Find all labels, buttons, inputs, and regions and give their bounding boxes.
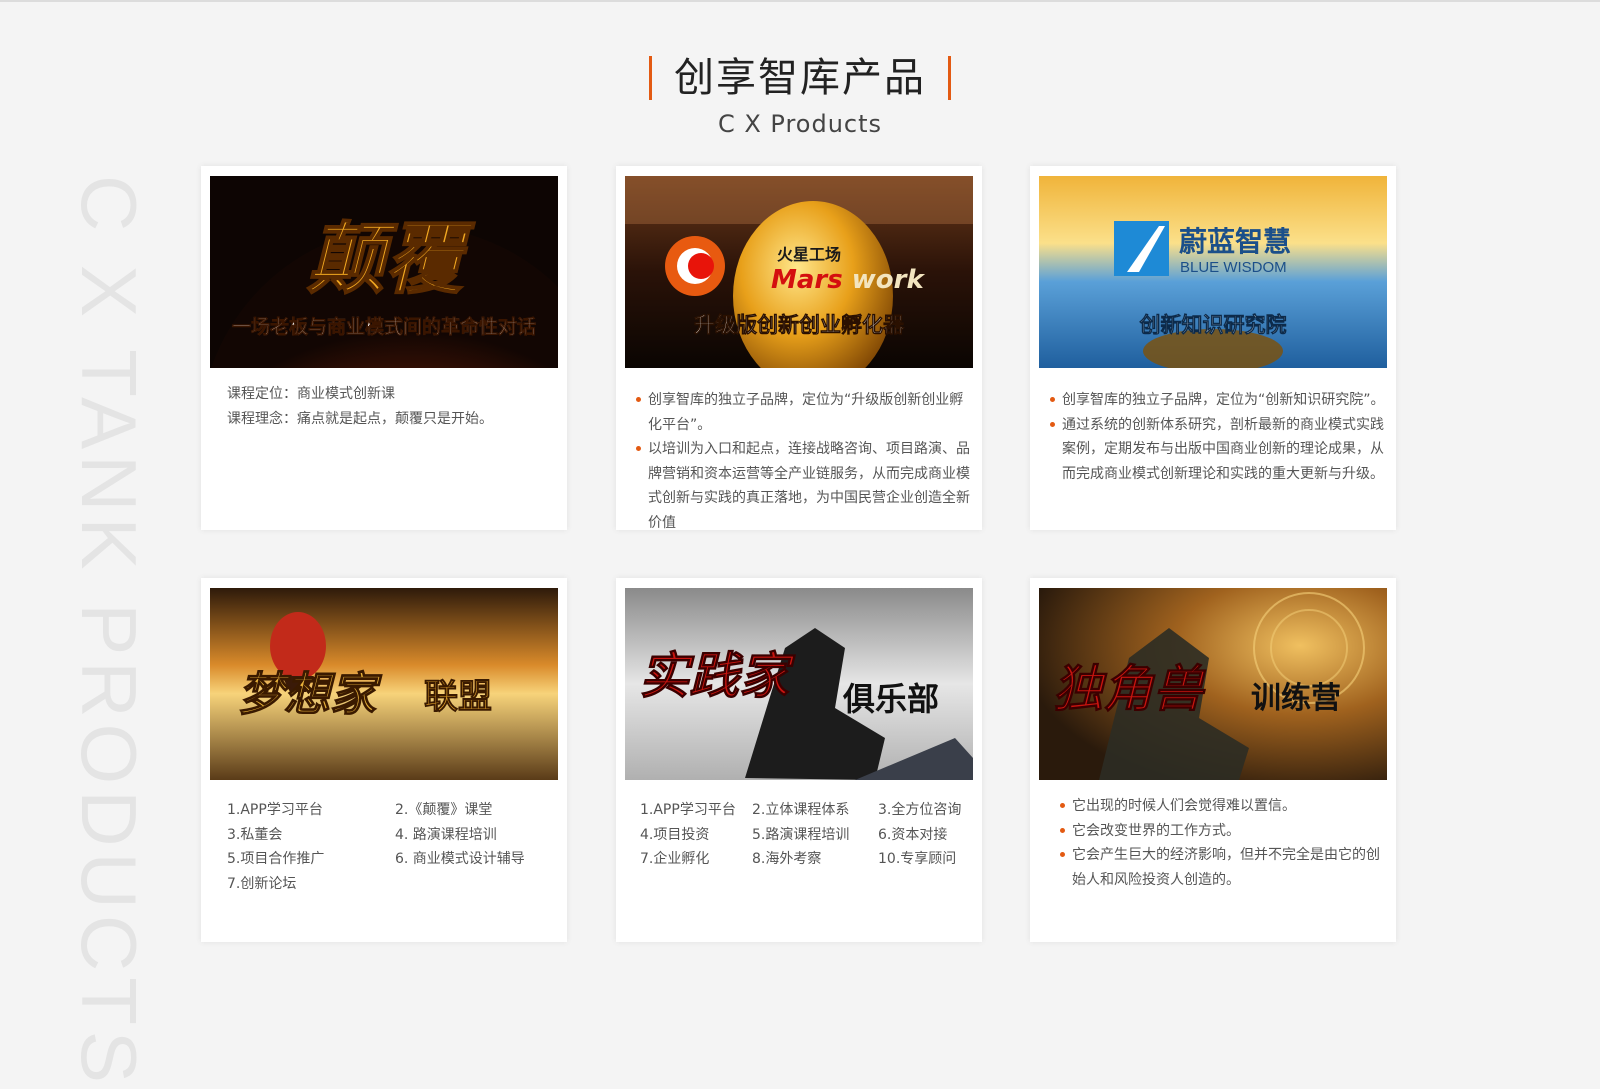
list-item: 1.APP学习平台 xyxy=(227,802,323,818)
list-item: 7.创新论坛 xyxy=(227,875,297,892)
top-divider xyxy=(0,0,1600,2)
list-item: 6.资本对接 xyxy=(878,826,948,843)
list-item: 它会改变世界的工作方式。 xyxy=(1060,819,1386,844)
banner-disrupt-big-text: 颠覆 xyxy=(307,215,476,305)
list-item: 7.企业孵化 xyxy=(640,851,710,867)
list-item: 创享智库的独立子品牌，定位为“创新知识研究院”。 xyxy=(1050,388,1386,413)
list-item: 通过系统的创新体系研究，剖析最新的商业模式实践案例，定期发布与出版中国商业创新的… xyxy=(1050,413,1386,487)
banner-bluewisdom[interactable]: 蔚蓝智慧 BLUE WISDOM 创新知识研究院 xyxy=(1039,176,1387,368)
unicorn-script-text: 独角兽 xyxy=(1053,660,1207,718)
list-item: 6. 商业模式设计辅导 xyxy=(395,851,525,867)
section-header: 创享智库产品 C X Products xyxy=(0,48,1600,138)
marswork-logo-en: Mars work xyxy=(771,265,925,295)
title-right-bar xyxy=(948,56,951,100)
card-body-unicorn: 它出现的时候人们会觉得难以置信。 它会改变世界的工作方式。 它会产生巨大的经济影… xyxy=(1030,780,1396,942)
title-left-bar xyxy=(649,56,652,100)
list-item: 以培训为入口和起点，连接战略咨询、项目路演、品牌营销和资本运营等全产业链服务，从… xyxy=(636,437,972,535)
banner-practitioners[interactable]: 实践家 俱乐部 xyxy=(625,588,973,780)
list-item: 4.项目投资 xyxy=(640,826,710,843)
course-concept-text: 课程理念：痛点就是起点，颠覆只是开始。 xyxy=(227,411,493,427)
bluewisdom-logo-cn: 蔚蓝智慧 xyxy=(1179,225,1291,258)
list-item: 它会产生巨大的经济影响，但并不完全是由它的创始人和风险投资人创造的。 xyxy=(1060,843,1386,892)
bluewisdom-logo-en: BLUE WISDOM xyxy=(1180,259,1287,276)
marswork-bullets: 创享智库的独立子品牌，定位为“升级版创新创业孵化平台”。 以培训为入口和起点，连… xyxy=(616,368,982,535)
practitioners-suffix-text: 俱乐部 xyxy=(842,680,939,718)
product-card-marswork[interactable]: 火星工场 Mars work 升级版创新创业孵化器 创享智库的独立子品牌，定位为… xyxy=(616,166,982,531)
banner-marswork[interactable]: 火星工场 Mars work 升级版创新创业孵化器 xyxy=(625,176,973,368)
banner-bluewisdom-caption: 创新知识研究院 xyxy=(1139,313,1287,337)
card-body-disrupt: 课程定位：商业模式创新课 课程理念：痛点就是起点，颠覆只是开始。 xyxy=(201,368,567,530)
practitioners-script-text: 实践家 xyxy=(639,647,796,705)
card-body-bluewisdom: 创享智库的独立子品牌，定位为“创新知识研究院”。 通过系统的创新体系研究，剖析最… xyxy=(1030,368,1396,530)
bluewisdom-bullets: 创享智库的独立子品牌，定位为“创新知识研究院”。 通过系统的创新体系研究，剖析最… xyxy=(1030,368,1396,486)
product-card-dreamers[interactable]: 梦想家 联盟 1.APP学习平台 2.《颠覆》课堂 3.私董会 4. 路演课程培… xyxy=(201,578,567,942)
list-item: 3.私董会 xyxy=(227,826,283,843)
list-item: 创享智库的独立子品牌，定位为“升级版创新创业孵化平台”。 xyxy=(636,388,972,437)
banner-dreamers[interactable]: 梦想家 联盟 xyxy=(210,588,558,780)
banner-disrupt-caption: 一场老板与商业模式间的革命性对话 xyxy=(232,315,536,338)
card-body-marswork: 创享智库的独立子品牌，定位为“升级版创新创业孵化平台”。 以培训为入口和起点，连… xyxy=(616,368,982,531)
unicorn-suffix-text: 训练营 xyxy=(1251,681,1341,716)
list-item: 2.《颠覆》课堂 xyxy=(395,802,493,818)
page-subtitle: C X Products xyxy=(717,110,883,138)
card-body-practitioners: 1.APP学习平台 2.立体课程体系 3.全方位咨询 4.项目投资 5.路演课程… xyxy=(616,780,982,942)
product-card-disrupt[interactable]: 颠覆 一场老板与商业模式间的革命性对话 课程定位：商业模式创新课 课程理念：痛点… xyxy=(201,166,567,530)
unicorn-bullets: 它出现的时候人们会觉得难以置信。 它会改变世界的工作方式。 它会产生巨大的经济影… xyxy=(1030,780,1396,892)
course-position-text: 课程定位：商业模式创新课 xyxy=(227,386,395,402)
list-item: 4. 路演课程培训 xyxy=(395,826,497,843)
dreamers-suffix-text: 联盟 xyxy=(424,677,492,717)
product-card-bluewisdom[interactable]: 蔚蓝智慧 BLUE WISDOM 创新知识研究院 创享智库的独立子品牌，定位为“… xyxy=(1030,166,1396,530)
marswork-logo-cn: 火星工场 xyxy=(777,245,841,264)
dreamers-feature-list: 1.APP学习平台 2.《颠覆》课堂 3.私董会 4. 路演课程培训 5.项目合… xyxy=(201,780,567,896)
list-item: 3.全方位咨询 xyxy=(878,802,962,818)
banner-unicorn[interactable]: 独角兽 训练营 xyxy=(1039,588,1387,780)
list-item: 5.路演课程培训 xyxy=(752,826,850,843)
banner-disrupt[interactable]: 颠覆 一场老板与商业模式间的革命性对话 xyxy=(210,176,558,368)
banner-marswork-caption: 升级版创新创业孵化器 xyxy=(694,313,905,337)
dreamers-script-text: 梦想家 xyxy=(238,667,382,721)
product-card-practitioners[interactable]: 实践家 俱乐部 1.APP学习平台 2.立体课程体系 3.全方位咨询 4.项目投… xyxy=(616,578,982,942)
list-item: 10.专享顾问 xyxy=(878,851,957,867)
list-item: 5.项目合作推广 xyxy=(227,851,325,867)
practitioners-feature-list: 1.APP学习平台 2.立体课程体系 3.全方位咨询 4.项目投资 5.路演课程… xyxy=(616,780,982,872)
list-item: 8.海外考察 xyxy=(752,851,822,867)
title-wrap: 创享智库产品 xyxy=(649,48,951,108)
card-body-dreamers: 1.APP学习平台 2.《颠覆》课堂 3.私董会 4. 路演课程培训 5.项目合… xyxy=(201,780,567,942)
page-title: 创享智库产品 xyxy=(674,55,926,101)
product-card-unicorn[interactable]: 独角兽 训练营 它出现的时候人们会觉得难以置信。 它会改变世界的工作方式。 它会… xyxy=(1030,578,1396,942)
list-item: 2.立体课程体系 xyxy=(752,802,850,818)
list-item: 它出现的时候人们会觉得难以置信。 xyxy=(1060,794,1386,819)
side-watermark: C X TANK PRODUCTS xyxy=(65,175,153,1089)
list-item: 1.APP学习平台 xyxy=(640,802,736,818)
